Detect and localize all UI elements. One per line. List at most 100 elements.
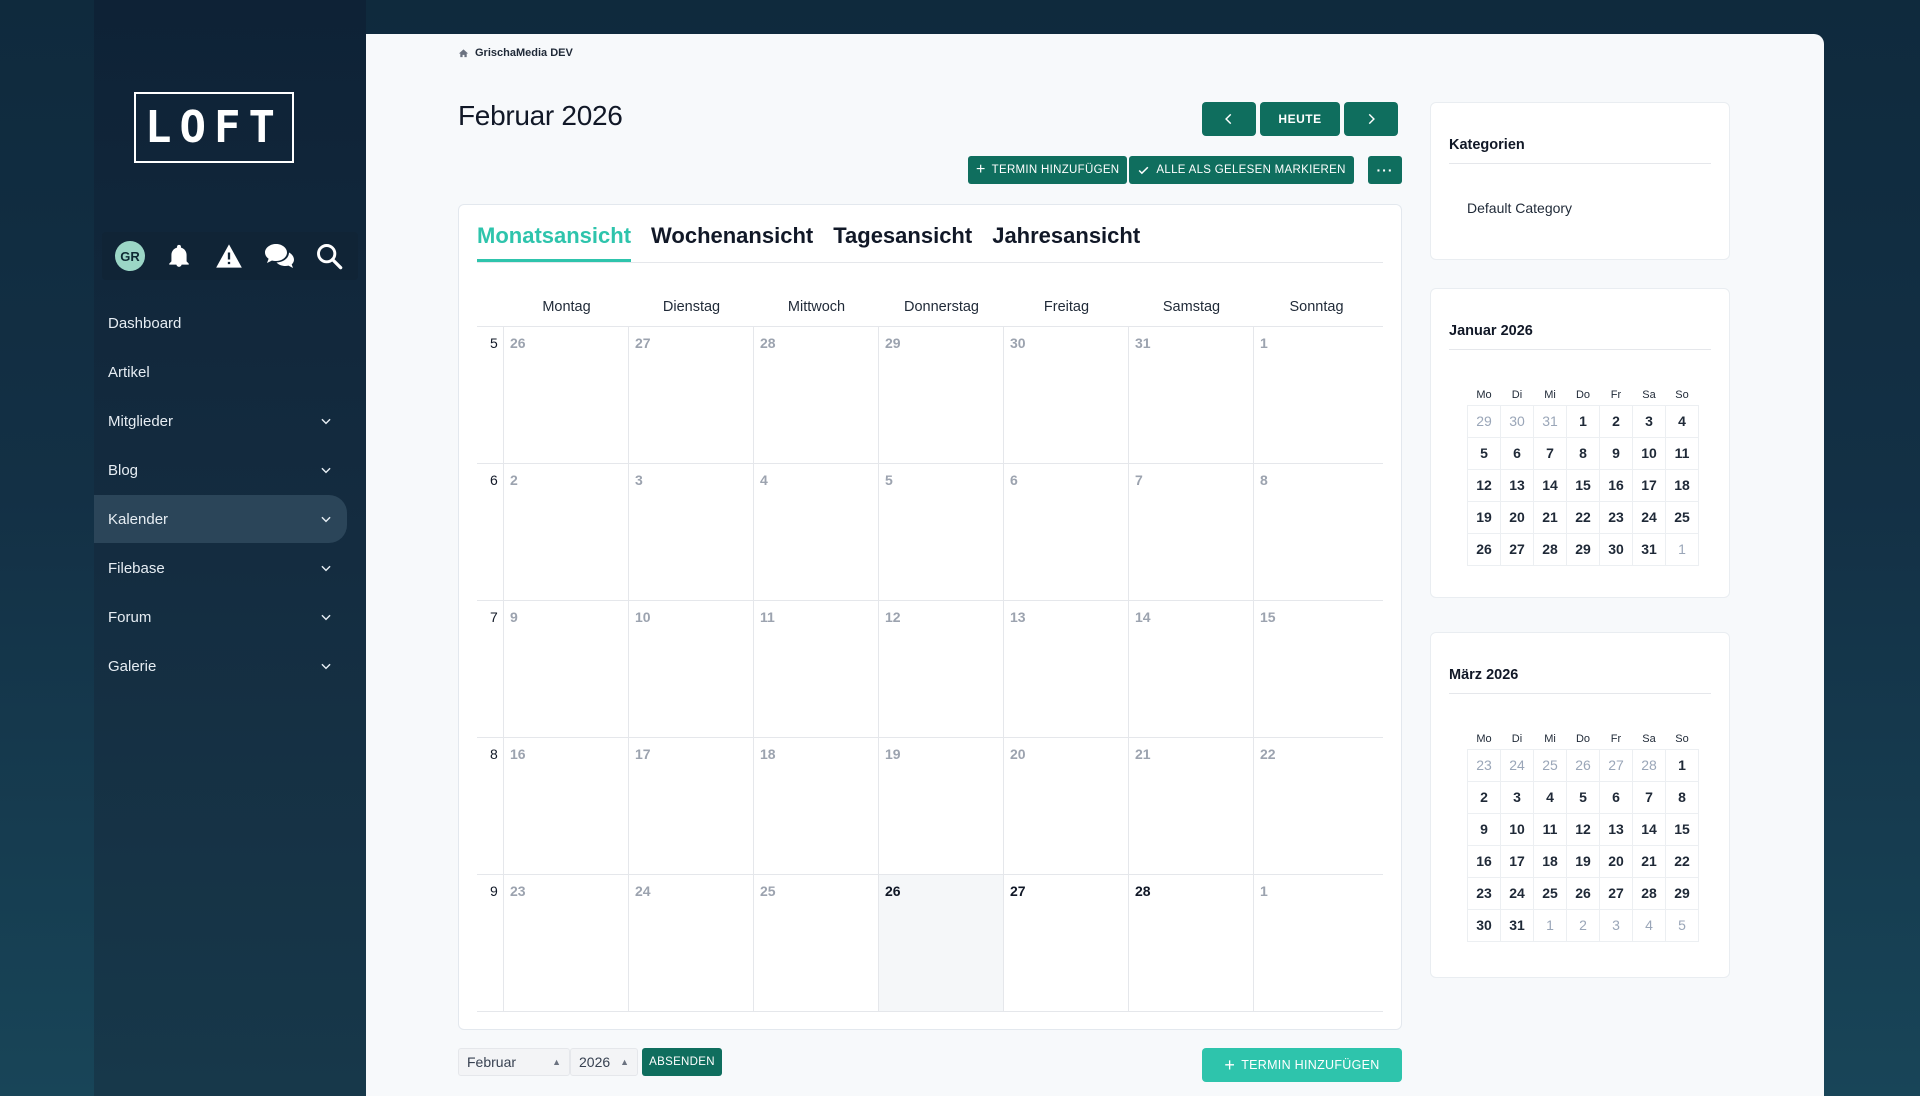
mini-day[interactable]: 30 — [1467, 908, 1501, 942]
day-cell[interactable]: 5 — [879, 464, 1004, 600]
more-options-button[interactable]: ··· — [1368, 156, 1402, 184]
day-number[interactable]: 22 — [1260, 746, 1276, 762]
day-cell[interactable]: 1 — [1254, 875, 1379, 1011]
day-number[interactable]: 16 — [510, 746, 526, 762]
day-cell[interactable]: 7 — [1129, 464, 1254, 600]
mini-day[interactable]: 24 — [1632, 500, 1666, 534]
mini-day[interactable]: 10 — [1500, 812, 1534, 846]
sidebar-item-dashboard[interactable]: Dashboard — [94, 299, 347, 347]
day-number[interactable]: 10 — [635, 609, 651, 625]
mini-day[interactable]: 27 — [1599, 748, 1633, 782]
day-cell[interactable]: 26 — [504, 327, 629, 463]
day-number[interactable]: 11 — [760, 609, 775, 625]
day-number[interactable]: 9 — [510, 609, 518, 625]
mini-day[interactable]: 14 — [1533, 468, 1567, 502]
tab-jahresansicht[interactable]: Jahresansicht — [992, 223, 1140, 262]
submit-button[interactable]: ABSENDEN — [642, 1048, 722, 1076]
mini-day[interactable]: 21 — [1632, 844, 1666, 878]
day-number[interactable]: 23 — [510, 883, 526, 899]
mini-day[interactable]: 30 — [1500, 404, 1534, 438]
mini-day[interactable]: 27 — [1500, 532, 1534, 566]
mini-day[interactable]: 15 — [1566, 468, 1600, 502]
avatar[interactable]: GR — [115, 241, 145, 271]
mini-day[interactable]: 2 — [1467, 780, 1501, 814]
search-icon[interactable] — [313, 240, 345, 272]
mini-day[interactable]: 18 — [1533, 844, 1567, 878]
day-cell[interactable]: 18 — [754, 738, 879, 874]
sidebar-item-blog[interactable]: Blog — [94, 446, 347, 494]
mini-day[interactable]: 23 — [1467, 876, 1501, 910]
day-cell[interactable]: 6 — [1004, 464, 1129, 600]
mini-day[interactable]: 16 — [1467, 844, 1501, 878]
mini-day[interactable]: 24 — [1500, 748, 1534, 782]
day-cell[interactable]: 16 — [504, 738, 629, 874]
mini-day[interactable]: 10 — [1632, 436, 1666, 470]
chat-icon[interactable] — [263, 240, 295, 272]
day-cell[interactable]: 21 — [1129, 738, 1254, 874]
mini-day[interactable]: 31 — [1632, 532, 1666, 566]
day-cell[interactable]: 28 — [1129, 875, 1254, 1011]
mini-day[interactable]: 11 — [1533, 812, 1567, 846]
day-cell[interactable]: 27 — [1004, 875, 1129, 1011]
mini-day[interactable]: 22 — [1566, 500, 1600, 534]
day-cell[interactable]: 10 — [629, 601, 754, 737]
day-cell[interactable]: 28 — [754, 327, 879, 463]
mini-day[interactable]: 28 — [1632, 748, 1666, 782]
day-number[interactable]: 15 — [1260, 609, 1276, 625]
mini-day[interactable]: 11 — [1665, 436, 1699, 470]
sidebar-item-artikel[interactable]: Artikel — [94, 348, 347, 396]
day-number[interactable]: 27 — [635, 335, 651, 351]
mini-day[interactable]: 26 — [1566, 876, 1600, 910]
sidebar-item-mitglieder[interactable]: Mitglieder — [94, 397, 347, 445]
week-number[interactable]: 9 — [477, 875, 504, 1011]
mini-day[interactable]: 2 — [1566, 908, 1600, 942]
day-number[interactable]: 30 — [1010, 335, 1026, 351]
day-cell[interactable]: 23 — [504, 875, 629, 1011]
day-number[interactable]: 19 — [885, 746, 901, 762]
sidebar-item-filebase[interactable]: Filebase — [94, 544, 347, 592]
day-cell[interactable]: 24 — [629, 875, 754, 1011]
day-number[interactable]: 31 — [1135, 335, 1151, 351]
mini-day[interactable]: 6 — [1599, 780, 1633, 814]
mini-day[interactable]: 24 — [1500, 876, 1534, 910]
month-select[interactable]: Februar ▲ — [458, 1048, 570, 1076]
mini-day[interactable]: 21 — [1533, 500, 1567, 534]
day-cell[interactable]: 3 — [629, 464, 754, 600]
day-cell[interactable]: 26 — [879, 875, 1004, 1011]
day-number[interactable]: 25 — [760, 883, 776, 899]
mini-day[interactable]: 30 — [1599, 532, 1633, 566]
mini-day[interactable]: 7 — [1533, 436, 1567, 470]
mini-day[interactable]: 28 — [1533, 532, 1567, 566]
mini-day[interactable]: 3 — [1500, 780, 1534, 814]
previous-month-button[interactable] — [1202, 102, 1256, 136]
next-month-button[interactable] — [1344, 102, 1398, 136]
day-cell[interactable]: 2 — [504, 464, 629, 600]
mini-day[interactable]: 25 — [1533, 876, 1567, 910]
bell-icon[interactable] — [163, 240, 195, 272]
mini-day[interactable]: 22 — [1665, 844, 1699, 878]
day-number[interactable]: 8 — [1260, 472, 1268, 488]
mini-day[interactable]: 7 — [1632, 780, 1666, 814]
mini-day[interactable]: 19 — [1467, 500, 1501, 534]
mini-day[interactable]: 20 — [1500, 500, 1534, 534]
mini-day[interactable]: 12 — [1467, 468, 1501, 502]
day-number[interactable]: 2 — [510, 472, 518, 488]
week-number[interactable]: 5 — [477, 327, 504, 463]
day-number[interactable]: 5 — [885, 472, 893, 488]
sidebar-item-forum[interactable]: Forum — [94, 593, 347, 641]
day-cell[interactable]: 13 — [1004, 601, 1129, 737]
mini-day[interactable]: 9 — [1599, 436, 1633, 470]
mini-day[interactable]: 29 — [1467, 404, 1501, 438]
mini-day[interactable]: 5 — [1467, 436, 1501, 470]
day-cell[interactable]: 11 — [754, 601, 879, 737]
tab-monatsansicht[interactable]: Monatsansicht — [477, 223, 632, 262]
day-number[interactable]: 24 — [635, 883, 651, 899]
add-event-button[interactable]: + TERMIN HINZUFÜGEN — [968, 156, 1128, 184]
mini-day[interactable]: 16 — [1599, 468, 1633, 502]
day-number[interactable]: 4 — [760, 472, 768, 488]
mini-day[interactable]: 25 — [1533, 748, 1567, 782]
mini-day[interactable]: 8 — [1566, 436, 1600, 470]
mini-day[interactable]: 12 — [1566, 812, 1600, 846]
day-number[interactable]: 20 — [1010, 746, 1026, 762]
week-number[interactable]: 6 — [477, 464, 504, 600]
